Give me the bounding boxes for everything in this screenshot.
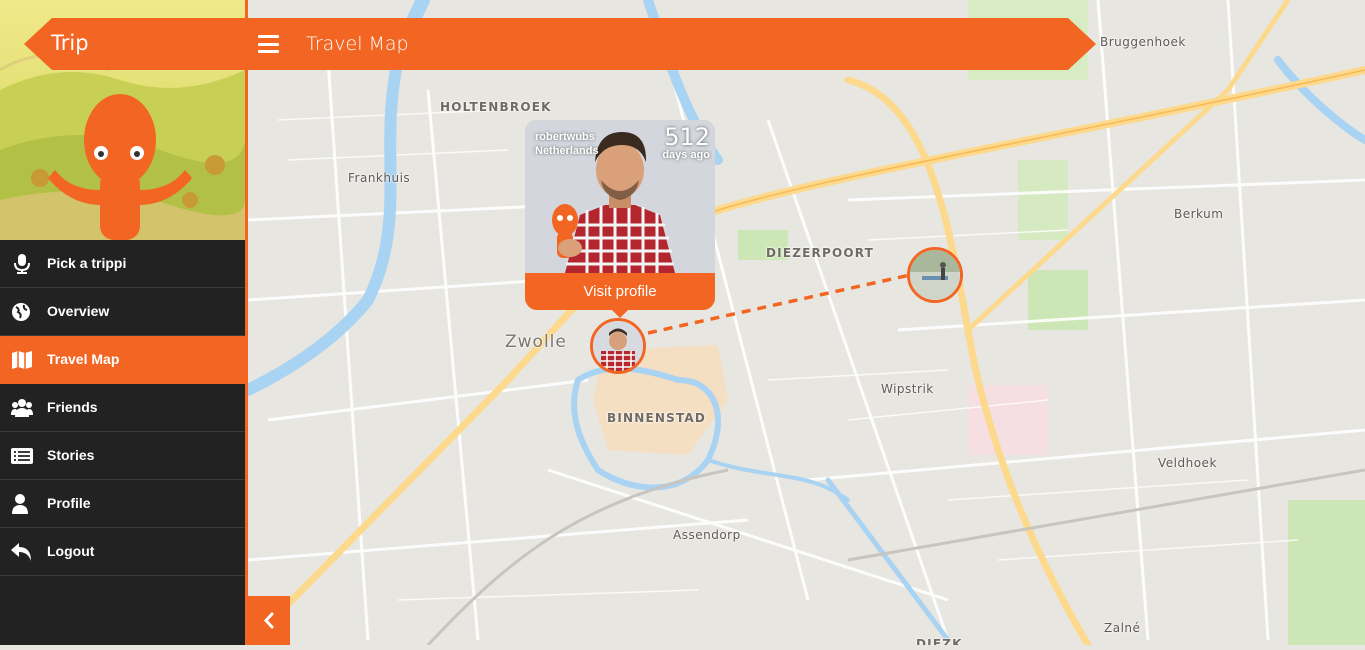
- sidebar-item-label: Logout: [47, 543, 95, 559]
- label-veldhoek: Veldhoek: [1158, 456, 1217, 470]
- app-title-tab[interactable]: Trip: [24, 18, 248, 70]
- sidebar-item-label: Overview: [47, 303, 110, 319]
- label-binnenstad: BINNENSTAD: [607, 411, 707, 425]
- sidebar-item-logout[interactable]: Logout: [0, 528, 245, 576]
- marker-location[interactable]: [907, 247, 963, 303]
- days-unit: days ago: [662, 149, 710, 161]
- label-bruggenhoek: Bruggenhoek: [1100, 35, 1186, 49]
- label-holtenbroek: HOLTENBROEK: [440, 100, 552, 114]
- label-zwolle: Zwolle: [505, 332, 567, 352]
- days-count: 512: [664, 123, 710, 151]
- sidebar-item-label: Travel Map: [47, 351, 120, 367]
- label-assendorp: Assendorp: [673, 528, 741, 542]
- hamburger-icon[interactable]: [258, 35, 279, 53]
- map-canvas[interactable]: HOLTENBROEK Frankhuis Zwolle DIEZERPOORT…: [248, 0, 1365, 645]
- sidebar-item-stories[interactable]: Stories: [0, 432, 245, 480]
- label-zalne: Zalné: [1104, 621, 1141, 635]
- sidebar-item-label: Pick a trippi: [47, 255, 127, 271]
- marker-robertwubs[interactable]: [590, 318, 646, 374]
- sidebar-item-label: Friends: [47, 399, 98, 415]
- label-frankhuis: Frankhuis: [348, 171, 411, 185]
- page-title: Travel Map: [306, 33, 409, 55]
- profile-popup: robertwubs Netherlands 512 days ago Visi…: [525, 120, 715, 310]
- sidebar-item-overview[interactable]: Overview: [0, 288, 245, 336]
- list-icon: [11, 448, 33, 464]
- sidebar-item-pick-a-trippi[interactable]: Pick a trippi: [0, 240, 245, 288]
- sidebar-item-label: Profile: [47, 495, 91, 511]
- label-berkum: Berkum: [1174, 207, 1224, 221]
- profile-photo: robertwubs Netherlands 512 days ago: [525, 120, 715, 273]
- popup-arrow: [611, 309, 629, 318]
- reply-icon: [11, 543, 31, 561]
- visit-profile-button[interactable]: Visit profile: [525, 273, 715, 310]
- user-icon: [12, 494, 28, 514]
- header-bar: Travel Map: [248, 18, 1096, 70]
- users-icon: [11, 399, 33, 417]
- popup-days-ago: 512 days ago: [662, 123, 710, 161]
- globe-icon: [12, 303, 30, 321]
- sidebar: Pick a trippi Overview Travel Map Friend…: [0, 0, 248, 645]
- sidebar-item-friends[interactable]: Friends: [0, 384, 245, 432]
- sidebar-item-label: Stories: [47, 447, 95, 463]
- popup-username: robertwubs: [535, 131, 595, 143]
- label-diezerpoort: DIEZERPOORT: [766, 246, 875, 260]
- collapse-sidebar-button[interactable]: [248, 596, 290, 645]
- sidebar-nav: Pick a trippi Overview Travel Map Friend…: [0, 240, 245, 576]
- sidebar-item-profile[interactable]: Profile: [0, 480, 245, 528]
- popup-user-info: robertwubs Netherlands: [535, 130, 599, 158]
- popup-country: Netherlands: [535, 145, 599, 157]
- chevron-left-icon: [263, 612, 274, 629]
- microphone-icon: [14, 254, 30, 274]
- label-diezk: DIEZK: [916, 637, 963, 645]
- location-photo: [910, 250, 960, 300]
- avatar: [593, 321, 643, 371]
- app-title: Trip: [51, 31, 89, 55]
- map-icon: [12, 351, 32, 369]
- label-wipstrik: Wipstrik: [881, 382, 934, 396]
- sidebar-item-travel-map[interactable]: Travel Map: [0, 336, 245, 384]
